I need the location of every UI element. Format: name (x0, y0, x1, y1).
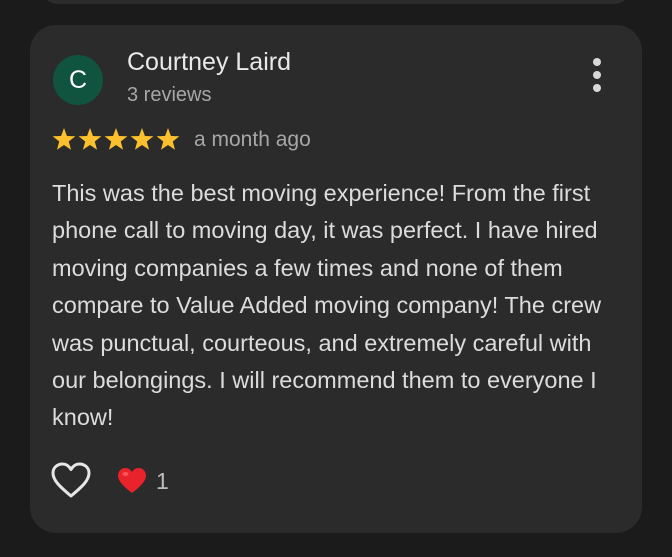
heart-outline-icon (51, 462, 91, 498)
more-options-button[interactable] (582, 55, 612, 95)
reaction-summary[interactable]: 1 (116, 465, 169, 497)
star-icon (52, 128, 76, 150)
star-icon (78, 128, 102, 150)
review-date: a month ago (194, 128, 311, 151)
more-vert-icon (593, 58, 601, 66)
review-count: 3 reviews (127, 84, 212, 106)
review-text: This was the best moving experience! Fro… (52, 180, 602, 431)
red-heart-icon (118, 468, 146, 493)
previous-review-card (40, 0, 632, 4)
review-card: C Courtney Laird 3 reviews a month ago T… (30, 25, 642, 533)
star-icon (130, 128, 154, 150)
star-icon (104, 128, 128, 150)
star-rating (52, 126, 182, 152)
like-button[interactable] (50, 461, 92, 501)
reviewer-name[interactable]: Courtney Laird (127, 46, 291, 78)
avatar[interactable]: C (53, 55, 103, 105)
reaction-count: 1 (156, 467, 169, 494)
star-icon (156, 128, 180, 150)
